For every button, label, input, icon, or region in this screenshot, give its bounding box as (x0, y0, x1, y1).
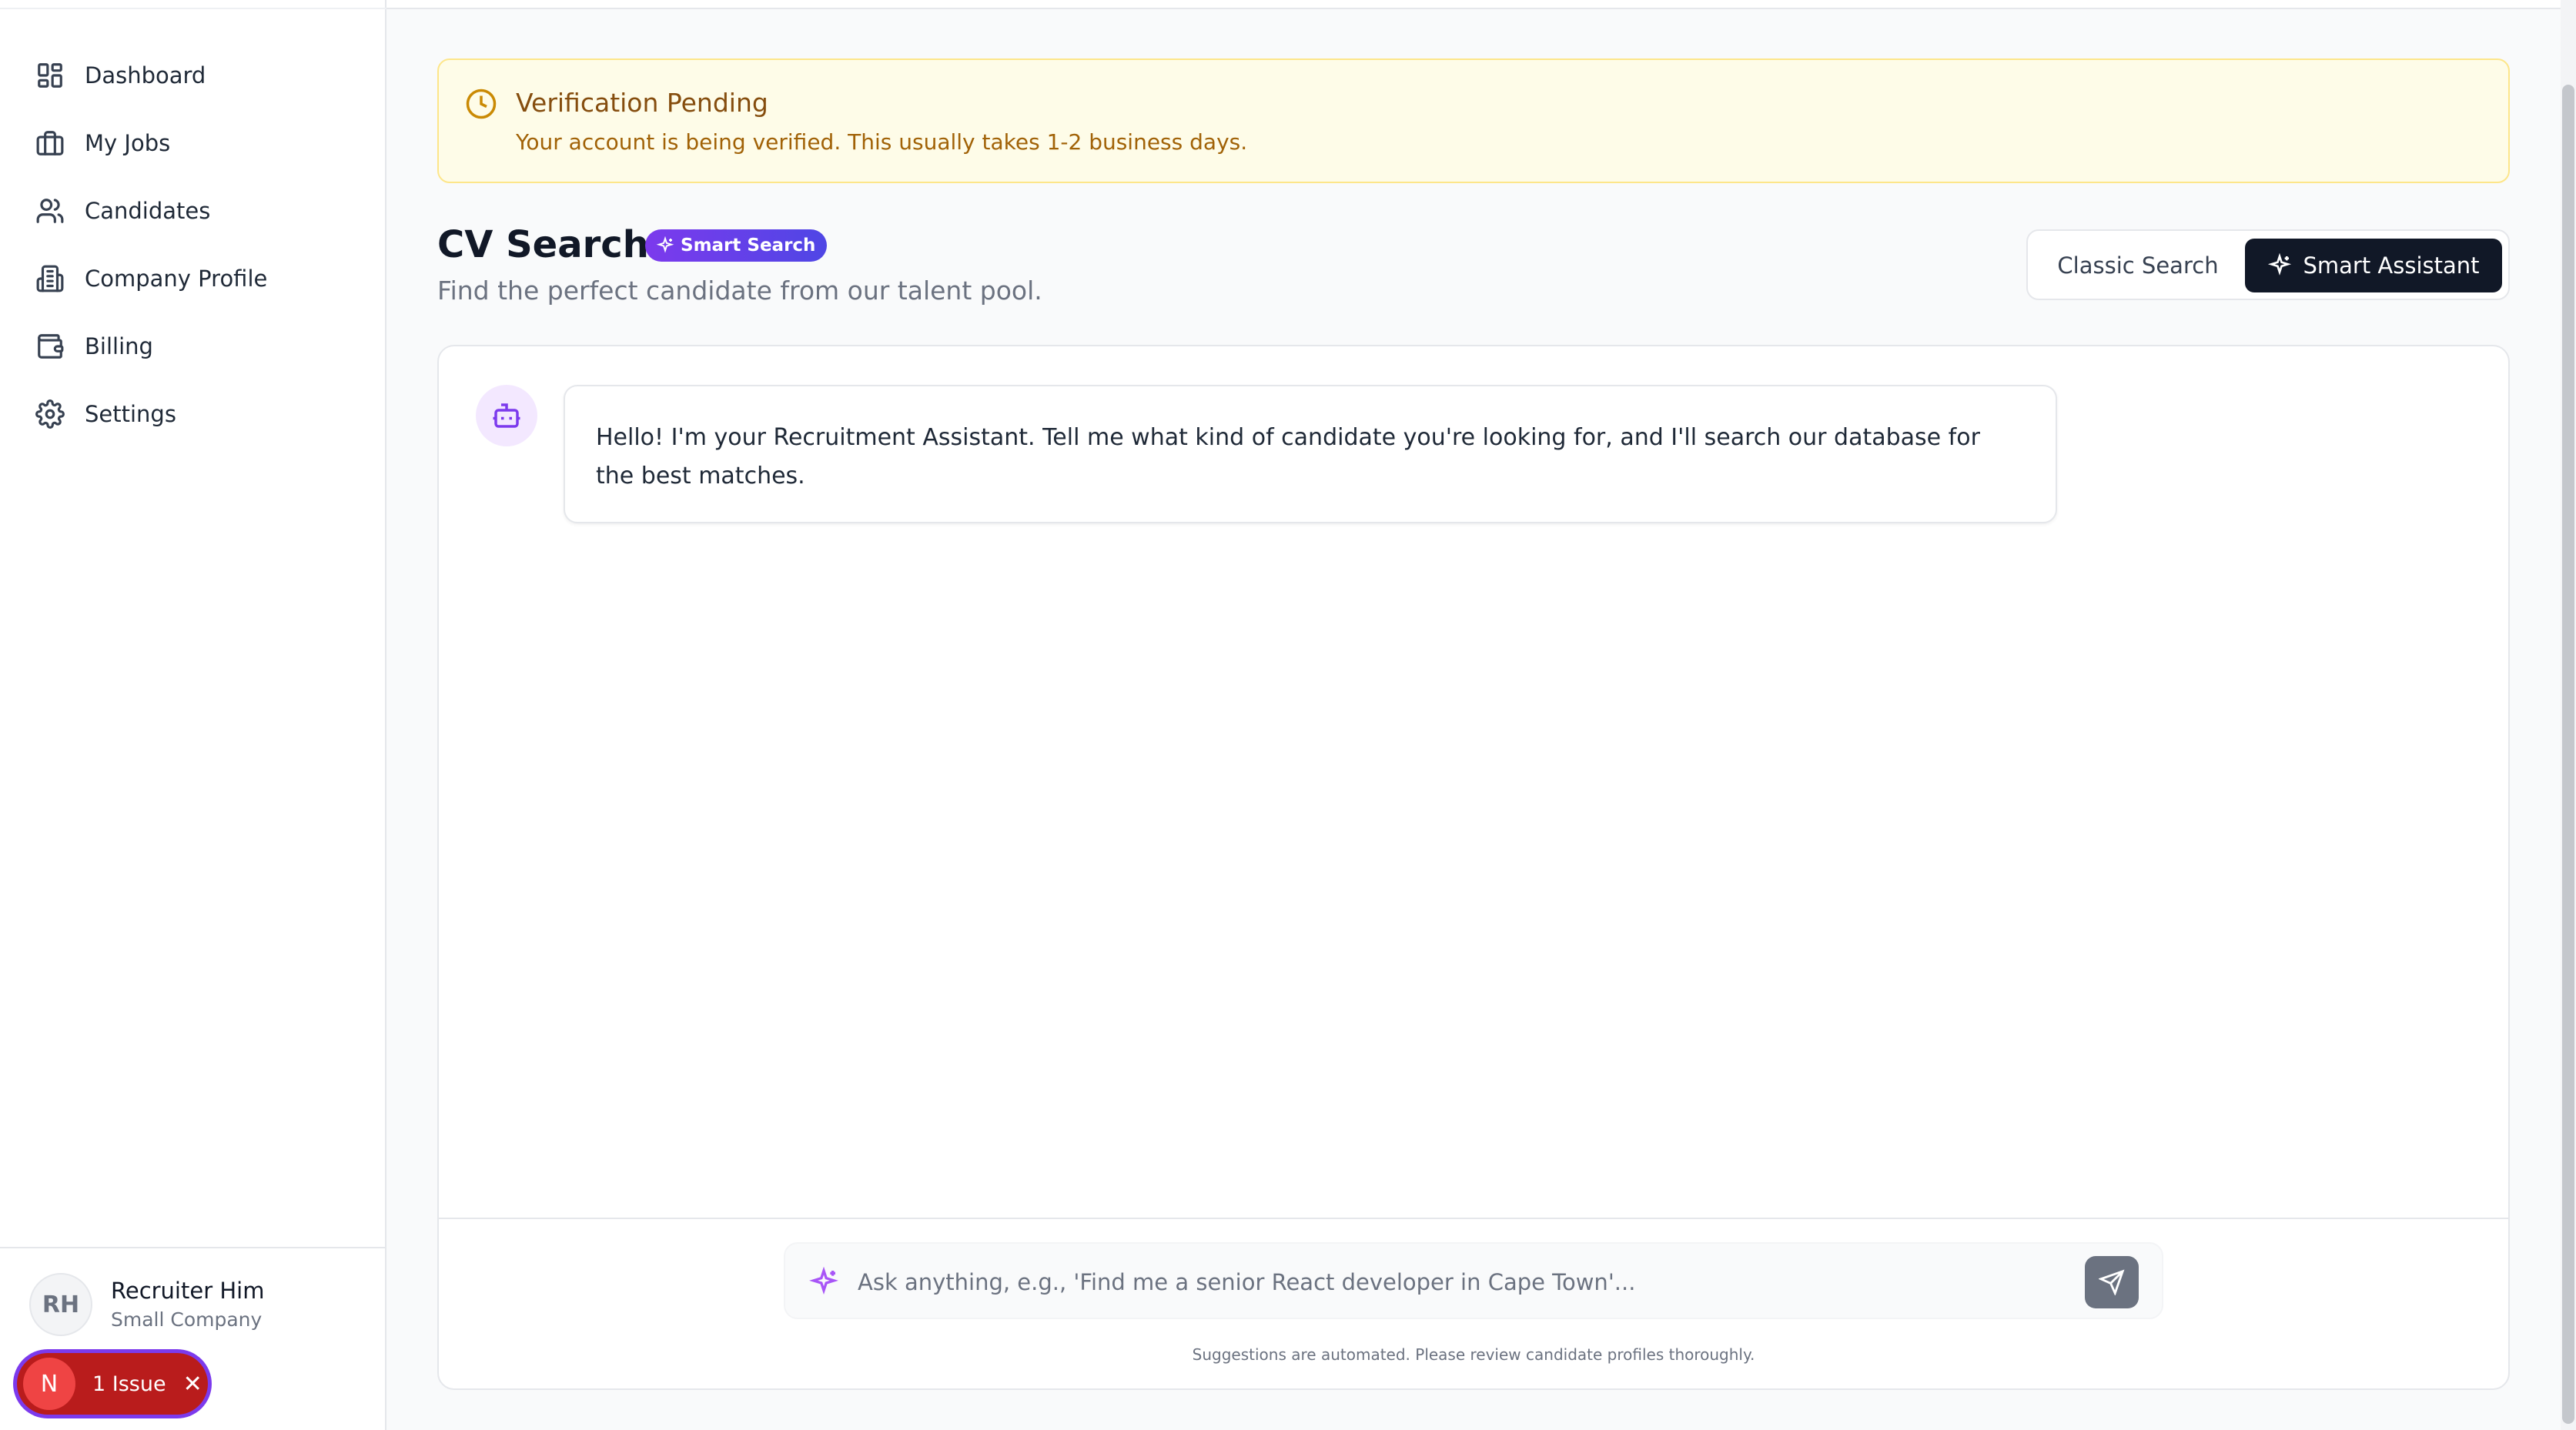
scrollbar-thumb[interactable] (2562, 85, 2574, 1424)
user-name: Recruiter Him (111, 1278, 265, 1304)
sidebar-top-divider (0, 0, 386, 9)
sidebar: Dashboard My Jobs Candidates Company Pro… (0, 0, 386, 1430)
user-profile-section: RH Recruiter Him Small Company N 1 Issue… (0, 1247, 386, 1430)
sparkles-icon (656, 236, 674, 253)
avatar[interactable]: RH (29, 1273, 92, 1336)
smart-search-badge: Smart Search (645, 229, 827, 262)
banner-text: Your account is being verified. This usu… (516, 129, 1248, 155)
search-mode-toggle: Classic Search Smart Assistant (2026, 229, 2510, 300)
top-bar (386, 0, 2562, 9)
page-title: CV Search (437, 223, 649, 266)
badge-label: Smart Search (681, 236, 816, 256)
sidebar-item-billing[interactable]: Billing (22, 319, 365, 374)
user-company: Small Company (111, 1308, 263, 1331)
bot-avatar (476, 385, 537, 446)
issues-badge[interactable]: N 1 Issue ✕ (17, 1353, 208, 1415)
smart-assistant-tab[interactable]: Smart Assistant (2245, 239, 2502, 292)
chat-input[interactable] (858, 1259, 2059, 1305)
sidebar-item-label: Company Profile (85, 266, 268, 292)
dev-tools-logo-icon[interactable]: N (23, 1358, 75, 1410)
banner-title: Verification Pending (516, 88, 768, 118)
sidebar-item-label: Settings (85, 401, 176, 427)
assistant-message: Hello! I'm your Recruitment Assistant. T… (564, 385, 2057, 523)
send-button[interactable] (2085, 1256, 2139, 1308)
sidebar-item-company-profile[interactable]: Company Profile (22, 251, 365, 306)
smart-assistant-label: Smart Assistant (2303, 252, 2480, 279)
send-icon (2099, 1269, 2125, 1295)
close-icon[interactable]: ✕ (183, 1371, 202, 1398)
sidebar-item-label: My Jobs (85, 130, 171, 156)
clock-icon (466, 89, 497, 119)
sparkles-icon (809, 1267, 838, 1295)
building-icon (36, 265, 64, 292)
page-subtitle: Find the perfect candidate from our tale… (437, 276, 1042, 306)
chat-input-container (784, 1242, 2163, 1319)
briefcase-icon (36, 131, 64, 155)
sparkles-icon (2268, 253, 2292, 276)
disclaimer-text: Suggestions are automated. Please review… (1192, 1345, 1755, 1364)
bot-icon (493, 403, 520, 428)
sidebar-item-candidates[interactable]: Candidates (22, 183, 365, 239)
sidebar-item-label: Billing (85, 333, 153, 359)
classic-search-tab[interactable]: Classic Search (2036, 239, 2240, 292)
sidebar-nav: Dashboard My Jobs Candidates Company Pro… (22, 48, 365, 454)
wallet-icon (38, 334, 64, 359)
sidebar-item-label: Candidates (85, 198, 211, 224)
chat-input-area: Suggestions are automated. Please review… (439, 1218, 2508, 1388)
verification-banner: Verification Pending Your account is bei… (437, 58, 2510, 183)
gear-icon (35, 399, 65, 429)
sidebar-item-dashboard[interactable]: Dashboard (22, 48, 365, 103)
main-content: Verification Pending Your account is bei… (386, 0, 2576, 1430)
chat-panel: Hello! I'm your Recruitment Assistant. T… (437, 345, 2510, 1390)
sidebar-item-my-jobs[interactable]: My Jobs (22, 115, 365, 171)
layout-dashboard-icon (38, 63, 62, 88)
sidebar-item-settings[interactable]: Settings (22, 386, 365, 442)
issue-count-label[interactable]: 1 Issue (92, 1372, 166, 1396)
users-icon (36, 199, 64, 223)
sidebar-item-label: Dashboard (85, 62, 206, 89)
